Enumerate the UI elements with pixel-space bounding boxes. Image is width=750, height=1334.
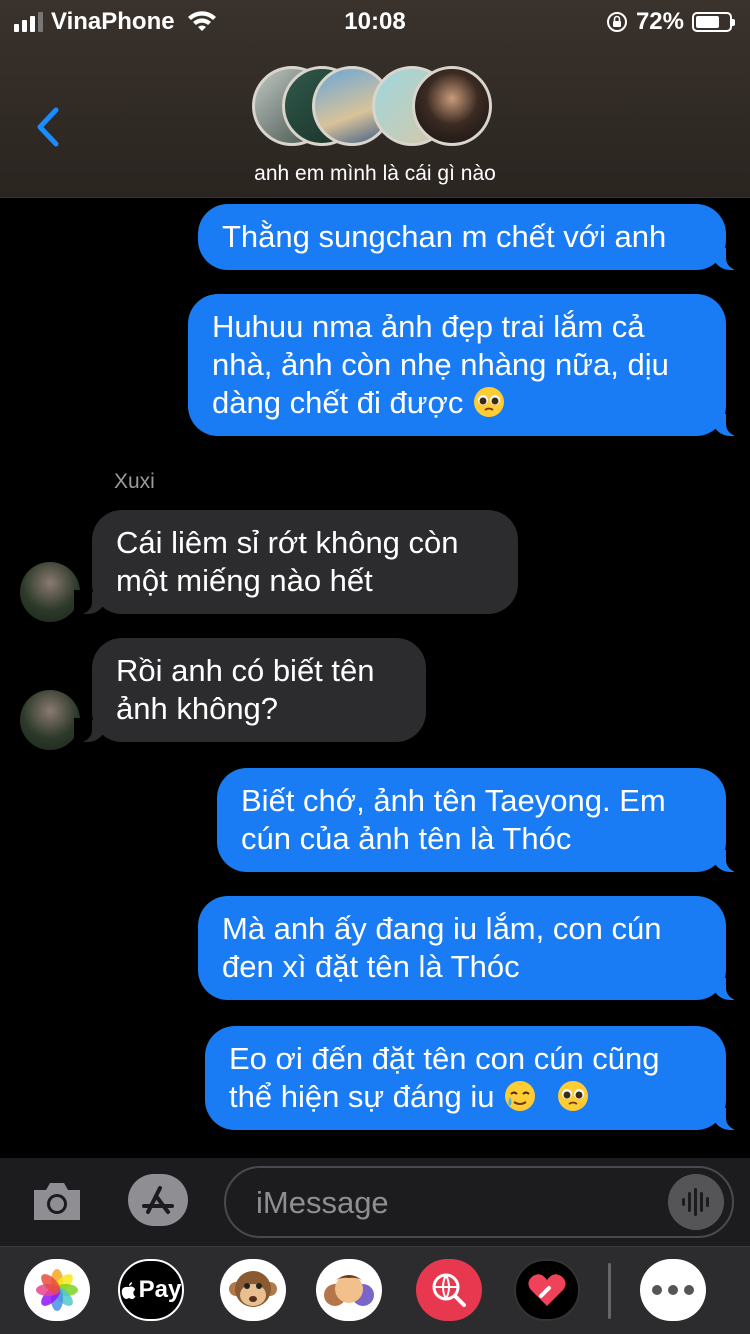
conversation-header: VinaPhone 10:08 72% anh em mình là cái g… [0,0,750,198]
more-icon[interactable] [640,1259,706,1321]
outgoing-message[interactable]: Eo ơi đến đặt tên con cún cũng thể hiện … [205,1026,744,1130]
battery-percentage: 72% [635,8,684,35]
group-avatar-stack[interactable] [252,66,502,146]
audio-message-icon[interactable] [668,1174,724,1230]
monkey-face-icon [229,1271,277,1307]
outgoing-message[interactable]: Biết chớ, ảnh tên Taeyong. Em cún của ản… [217,768,744,872]
message-input[interactable] [256,1182,656,1224]
app-store-icon[interactable] [126,1172,190,1228]
message-text: Mà anh ấy đang iu lắm, con cún đen xì đặ… [222,911,662,984]
orientation-lock-icon [606,12,627,32]
sender-name: Xuxi [114,470,155,493]
apple-pay-label: Pay [138,1276,182,1303]
battery-level [696,16,720,28]
smiling-face-with-tear-icon [505,1081,536,1111]
monkey-animoji-icon[interactable] [220,1259,286,1321]
member-avatar [412,66,492,146]
incoming-message[interactable]: Rồi anh có biết tên ảnh không? [74,638,426,742]
group-name[interactable]: anh em mình là cái gì nào [0,162,750,186]
apple-logo-icon [121,1282,136,1299]
web-images-icon[interactable] [416,1259,482,1321]
outgoing-message[interactable]: Huhuu nma ảnh đẹp trai lắm cả nhà, ảnh c… [188,294,744,436]
status-bar: VinaPhone 10:08 72% [0,0,750,44]
compose-bar [0,1158,750,1246]
message-text: Rồi anh có biết tên ảnh không? [116,653,375,726]
status-right: 72% [606,8,735,36]
incoming-message[interactable]: Cái liêm sỉ rớt không còn một miếng nào … [74,510,518,614]
pleading-face-icon [473,387,504,417]
drawer-divider [608,1263,611,1319]
message-input-container [224,1166,734,1238]
battery-icon [692,12,735,32]
message-text: Thằng sungchan m chết với anh [222,219,667,254]
apple-pay-icon[interactable]: Pay [118,1259,184,1321]
photos-icon[interactable] [24,1259,90,1321]
back-button[interactable] [30,104,66,150]
sender-avatar[interactable] [20,690,80,750]
app-drawer: Pay [0,1246,750,1334]
message-text: Cái liêm sỉ rớt không còn một miếng nào … [116,525,459,598]
memoji-icon[interactable] [316,1259,382,1321]
message-text: Biết chớ, ảnh tên Taeyong. Em cún của ản… [241,783,666,856]
heart-icon [528,1274,566,1306]
pleading-face-icon [557,1081,588,1111]
memoji-faces-icon [324,1275,374,1306]
message-text: Eo ơi đến đặt tên con cún cũng thể hiện … [229,1041,660,1114]
outgoing-message[interactable]: Thằng sungchan m chết với anh [198,204,744,270]
outgoing-message[interactable]: Mà anh ấy đang iu lắm, con cún đen xì đặ… [198,896,744,1000]
digital-touch-icon[interactable] [514,1259,580,1321]
message-thread[interactable]: Thằng sungchan m chết với anh Huhuu nma … [0,198,750,1158]
message-text: Huhuu nma ảnh đẹp trai lắm cả nhà, ảnh c… [212,309,669,420]
globe-search-icon [432,1273,466,1307]
sender-avatar[interactable] [20,562,80,622]
camera-icon[interactable] [30,1176,84,1226]
